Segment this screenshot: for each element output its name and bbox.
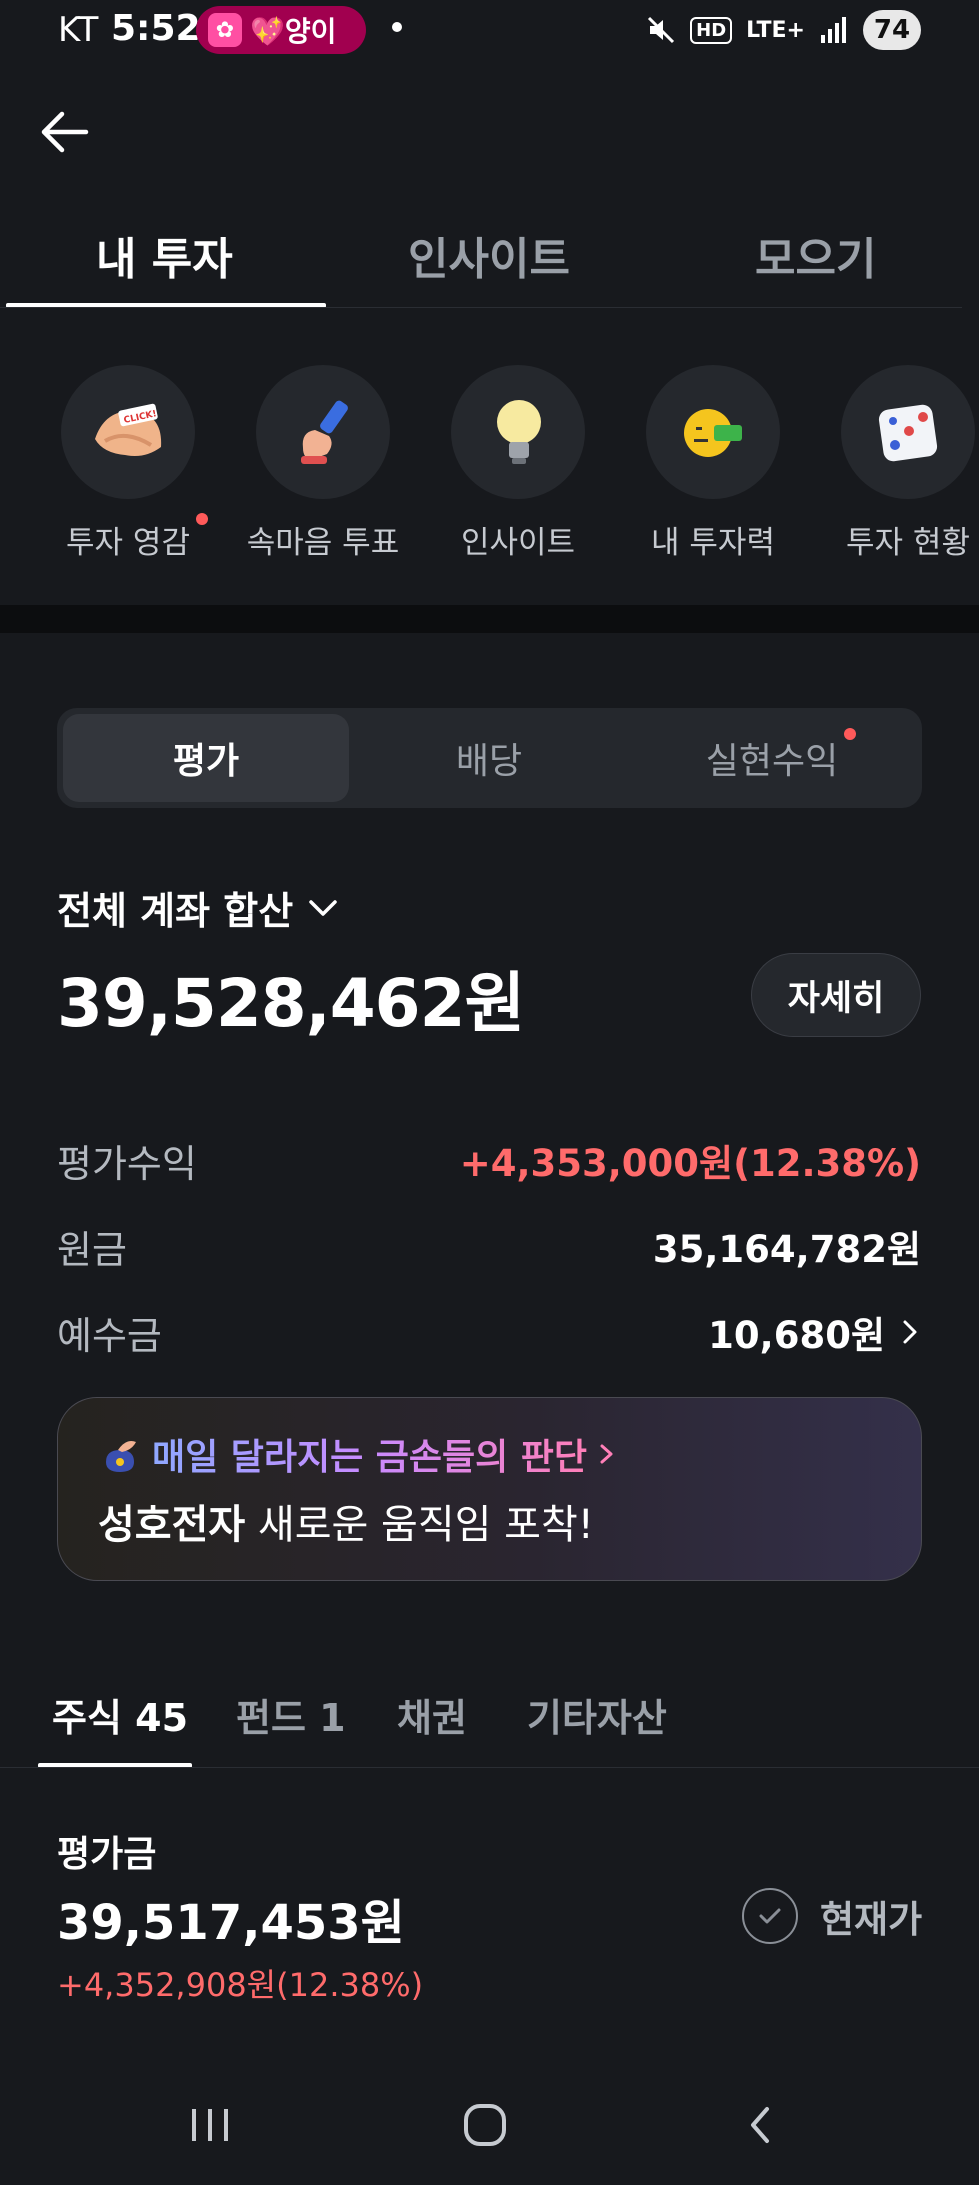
- banner-message: 새로운 움직임 포착!: [257, 1502, 594, 1548]
- hd-icon: HD: [690, 16, 733, 44]
- chevron-left-icon: [751, 2107, 769, 2143]
- principal-row: 원금 35,164,782원: [57, 1216, 921, 1276]
- mute-icon: [648, 16, 675, 44]
- status-bar: KT 5:52 ✿ 💖양이 HD LTE+ 74: [0, 0, 979, 64]
- segment-dividend[interactable]: 배당: [346, 714, 632, 802]
- tab-stocks[interactable]: 주식 45: [52, 1687, 188, 1742]
- system-back-button[interactable]: [700, 2075, 820, 2175]
- deposit-value-group: 10,680원: [708, 1305, 921, 1359]
- segment-realized-profit[interactable]: 실현수익: [629, 714, 915, 802]
- clock-time: 5:52: [111, 8, 201, 49]
- notification-dot-icon: [392, 22, 402, 32]
- banner-headline: 매일 달라지는 금손들의 판단: [152, 1428, 587, 1480]
- deposit-row[interactable]: 예수금 10,680원: [57, 1302, 921, 1362]
- shortcut-inner-vote[interactable]: 속마음 투표: [243, 365, 403, 562]
- evaluation-label: 평가금: [57, 1834, 157, 1875]
- shortcut-my-investment-power[interactable]: 내 투자력: [633, 365, 793, 562]
- emoji-ticket-icon: [684, 409, 742, 457]
- fortune-cookie-icon: CLICK!: [95, 403, 162, 456]
- chevron-right-icon: [903, 1320, 917, 1344]
- deposit-label: 예수금: [57, 1313, 162, 1358]
- segment-valuation[interactable]: 평가: [63, 714, 349, 802]
- principal-label: 원금: [57, 1227, 127, 1272]
- shortcut-investment-inspiration[interactable]: CLICK! 투자 영감: [48, 365, 208, 562]
- notification-text: 💖양이: [250, 15, 337, 48]
- tab-my-investment[interactable]: 내 투자: [96, 223, 233, 287]
- battery-icon: 74: [863, 10, 921, 50]
- status-icons: HD LTE+ 74: [646, 8, 921, 52]
- evaluation-change: +4,352,908원(12.38%): [57, 1966, 424, 2004]
- deposit-value: 10,680원: [708, 1314, 885, 1357]
- lightbulb-icon: [497, 400, 541, 464]
- profit-value: +4,353,000원(12.38%): [459, 1142, 921, 1185]
- screen: KT 5:52 ✿ 💖양이 HD LTE+ 74 내 투자 인사이트 모으기 C…: [0, 0, 979, 2185]
- profit-row: 평가수익 +4,353,000원(12.38%): [57, 1130, 921, 1190]
- notification-pill[interactable]: ✿ 💖양이: [196, 6, 366, 54]
- vote-hand-icon: [301, 400, 348, 464]
- tab-insight[interactable]: 인사이트: [408, 223, 570, 287]
- current-price-toggle[interactable]: 현재가: [742, 1888, 922, 1944]
- tab-savings[interactable]: 모으기: [755, 223, 876, 287]
- recent-apps-icon: [192, 2109, 228, 2141]
- shortcut-icon-container: [646, 365, 780, 499]
- shortcut-label: 내 투자력: [651, 525, 775, 561]
- banner-company: 성호전자: [98, 1502, 246, 1548]
- new-badge-dot: [195, 513, 208, 525]
- recent-apps-button[interactable]: [150, 2075, 270, 2175]
- dice-icon: [878, 404, 938, 462]
- shortcut-icon-container: [451, 365, 585, 499]
- segment-label: 실현수익: [705, 741, 839, 782]
- profit-label: 평가수익: [57, 1141, 197, 1186]
- details-button[interactable]: 자세히: [751, 953, 921, 1037]
- tab-divider: [0, 1767, 979, 1768]
- chevron-down-icon: [309, 899, 337, 916]
- principal-value: 35,164,782원: [652, 1228, 921, 1271]
- arrow-left-icon: [41, 111, 89, 153]
- account-title: 전체 계좌 합산: [57, 889, 294, 933]
- home-icon: [464, 2104, 506, 2146]
- shortcut-icon-container: [256, 365, 390, 499]
- evaluation-amount: 39,517,453원: [57, 1895, 405, 1951]
- tab-other-assets[interactable]: 기타자산: [527, 1687, 667, 1742]
- total-balance: 39,528,462원: [57, 965, 525, 1042]
- section-divider: [0, 605, 979, 633]
- app-avatar-icon: ✿: [208, 13, 242, 47]
- shortcut-label: 속마음 투표: [246, 525, 400, 561]
- shortcut-icon-container: CLICK!: [61, 365, 195, 499]
- promo-banner[interactable]: 매일 달라지는 금손들의 판단 성호전자 새로운 움직임 포착!: [57, 1397, 922, 1581]
- signal-icon: [821, 17, 846, 43]
- system-navigation-bar: [0, 2075, 979, 2185]
- back-button[interactable]: [36, 100, 100, 164]
- shortcut-row: CLICK! 투자 영감 속마음 투표 인사이트 내 투자력 투자 현황: [0, 365, 979, 575]
- tab-bonds[interactable]: 채권: [397, 1687, 467, 1742]
- home-button[interactable]: [425, 2075, 545, 2175]
- banner-message-row: 성호전자 새로운 움직임 포착!: [98, 1492, 594, 1550]
- tab-funds[interactable]: 펀드 1: [236, 1687, 346, 1742]
- shortcut-label: 투자 영감: [66, 513, 208, 562]
- new-badge-dot: [844, 728, 857, 740]
- money-bag-icon: [106, 1441, 136, 1472]
- check-circle-icon: [742, 1888, 798, 1944]
- chevron-right-icon: [600, 1444, 613, 1464]
- shortcut-icon-container: [841, 365, 975, 499]
- view-segmented-control: 평가 배당 실현수익: [57, 708, 922, 808]
- asset-tab-bar: 주식 45 펀드 1 채권 기타자산: [0, 1675, 979, 1770]
- shortcut-label: 투자 현황: [846, 525, 970, 561]
- banner-headline-row: 매일 달라지는 금손들의 판단: [98, 1428, 617, 1480]
- shortcut-label: 인사이트: [460, 525, 576, 561]
- shortcut-investment-status[interactable]: 투자 현황: [828, 365, 979, 562]
- current-price-label: 현재가: [820, 1898, 923, 1941]
- account-selector[interactable]: 전체 계좌 합산: [57, 880, 339, 935]
- shortcut-insight[interactable]: 인사이트: [438, 365, 598, 562]
- carrier-label: KT: [58, 10, 99, 50]
- network-type-icon: LTE+: [746, 17, 805, 43]
- tab-divider: [0, 307, 962, 308]
- top-tab-bar: 내 투자 인사이트 모으기: [0, 215, 979, 310]
